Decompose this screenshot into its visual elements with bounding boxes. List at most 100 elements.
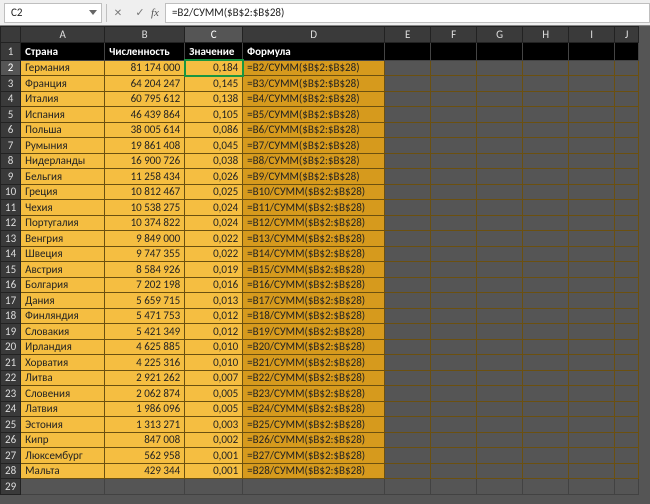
cell-J16[interactable] <box>615 277 639 293</box>
cell-A12[interactable]: Португалия <box>21 215 105 231</box>
column-header-J[interactable]: J <box>615 27 639 43</box>
cell-B22[interactable]: 2 921 262 <box>105 370 185 386</box>
cell-C13[interactable]: 0,022 <box>185 231 243 247</box>
cell-D7[interactable]: =B7/СУММ($B$2:$B$28) <box>243 138 385 154</box>
cell-A11[interactable]: Чехия <box>21 200 105 216</box>
cell-J1[interactable] <box>615 42 639 60</box>
cell-H22[interactable] <box>523 370 569 386</box>
cell-I5[interactable] <box>569 107 615 123</box>
cell-B6[interactable]: 38 005 614 <box>105 122 185 138</box>
cell-C3[interactable]: 0,145 <box>185 76 243 92</box>
cell-E8[interactable] <box>385 153 431 169</box>
cell-A7[interactable]: Румыния <box>21 138 105 154</box>
cell-H25[interactable] <box>523 417 569 433</box>
cell-D17[interactable]: =B17/СУММ($B$2:$B$28) <box>243 293 385 309</box>
cell-C25[interactable]: 0,003 <box>185 417 243 433</box>
chevron-down-icon[interactable] <box>89 10 97 15</box>
cell-B1[interactable]: Численность <box>105 42 185 60</box>
cell-A2[interactable]: Германия <box>21 60 105 76</box>
cell-H11[interactable] <box>523 200 569 216</box>
row-header-6[interactable]: 6 <box>1 122 21 138</box>
cell-A10[interactable]: Греция <box>21 184 105 200</box>
cell-H9[interactable] <box>523 169 569 185</box>
cell-F21[interactable] <box>431 355 477 371</box>
cell-F19[interactable] <box>431 324 477 340</box>
row-header-14[interactable]: 14 <box>1 246 21 262</box>
cell-I13[interactable] <box>569 231 615 247</box>
cell-D3[interactable]: =B3/СУММ($B$2:$B$28) <box>243 76 385 92</box>
enter-icon[interactable] <box>129 3 151 23</box>
cell-E11[interactable] <box>385 200 431 216</box>
row-header-3[interactable]: 3 <box>1 76 21 92</box>
fx-icon[interactable]: fx <box>151 7 165 19</box>
cell-H6[interactable] <box>523 122 569 138</box>
cell-E21[interactable] <box>385 355 431 371</box>
cell-F17[interactable] <box>431 293 477 309</box>
cell-G21[interactable] <box>477 355 523 371</box>
cell-D20[interactable]: =B20/СУММ($B$2:$B$28) <box>243 339 385 355</box>
cell-E28[interactable] <box>385 463 431 479</box>
cell-I7[interactable] <box>569 138 615 154</box>
cell-I15[interactable] <box>569 262 615 278</box>
cell-A14[interactable]: Швеция <box>21 246 105 262</box>
column-header-G[interactable]: G <box>477 27 523 43</box>
cell-D5[interactable]: =B5/СУММ($B$2:$B$28) <box>243 107 385 123</box>
cell-F12[interactable] <box>431 215 477 231</box>
cell-G18[interactable] <box>477 308 523 324</box>
cell-I2[interactable] <box>569 60 615 76</box>
cell-I25[interactable] <box>569 417 615 433</box>
cell-C21[interactable]: 0,010 <box>185 355 243 371</box>
column-header-A[interactable]: A <box>21 27 105 43</box>
cell-I12[interactable] <box>569 215 615 231</box>
cell-D1[interactable]: Формула <box>243 42 385 60</box>
cell-B11[interactable]: 10 538 275 <box>105 200 185 216</box>
cell-E22[interactable] <box>385 370 431 386</box>
cell-E10[interactable] <box>385 184 431 200</box>
cell-H5[interactable] <box>523 107 569 123</box>
cell-A15[interactable]: Австрия <box>21 262 105 278</box>
cell-E26[interactable] <box>385 432 431 448</box>
cell-H18[interactable] <box>523 308 569 324</box>
cell-I17[interactable] <box>569 293 615 309</box>
cell-B8[interactable]: 16 900 726 <box>105 153 185 169</box>
cell-D26[interactable]: =B26/СУММ($B$2:$B$28) <box>243 432 385 448</box>
column-header-C[interactable]: C <box>185 27 243 43</box>
row-header-18[interactable]: 18 <box>1 308 21 324</box>
row-header-17[interactable]: 17 <box>1 293 21 309</box>
cell-G28[interactable] <box>477 463 523 479</box>
cell-E4[interactable] <box>385 91 431 107</box>
cell-D15[interactable]: =B15/СУММ($B$2:$B$28) <box>243 262 385 278</box>
cell-E25[interactable] <box>385 417 431 433</box>
cell-B18[interactable]: 5 471 753 <box>105 308 185 324</box>
cell-G4[interactable] <box>477 91 523 107</box>
cell-I23[interactable] <box>569 386 615 402</box>
select-all-corner[interactable] <box>1 27 21 43</box>
column-header-B[interactable]: B <box>105 27 185 43</box>
cell-E7[interactable] <box>385 138 431 154</box>
row-header-23[interactable]: 23 <box>1 386 21 402</box>
cell-G11[interactable] <box>477 200 523 216</box>
cell-F29[interactable] <box>431 479 477 495</box>
cell-A3[interactable]: Франция <box>21 76 105 92</box>
cell-F13[interactable] <box>431 231 477 247</box>
cell-E23[interactable] <box>385 386 431 402</box>
cell-G25[interactable] <box>477 417 523 433</box>
cell-F16[interactable] <box>431 277 477 293</box>
cell-C22[interactable]: 0,007 <box>185 370 243 386</box>
cell-B2[interactable]: 81 174 000 <box>105 60 185 76</box>
cell-A28[interactable]: Мальта <box>21 463 105 479</box>
row-header-28[interactable]: 28 <box>1 463 21 479</box>
cell-G20[interactable] <box>477 339 523 355</box>
cell-G10[interactable] <box>477 184 523 200</box>
cell-E3[interactable] <box>385 76 431 92</box>
cell-C5[interactable]: 0,105 <box>185 107 243 123</box>
cell-H28[interactable] <box>523 463 569 479</box>
cell-I4[interactable] <box>569 91 615 107</box>
cell-I27[interactable] <box>569 448 615 464</box>
cell-H20[interactable] <box>523 339 569 355</box>
row-header-7[interactable]: 7 <box>1 138 21 154</box>
cell-E18[interactable] <box>385 308 431 324</box>
cell-E29[interactable] <box>385 479 431 495</box>
cell-F6[interactable] <box>431 122 477 138</box>
cell-G5[interactable] <box>477 107 523 123</box>
